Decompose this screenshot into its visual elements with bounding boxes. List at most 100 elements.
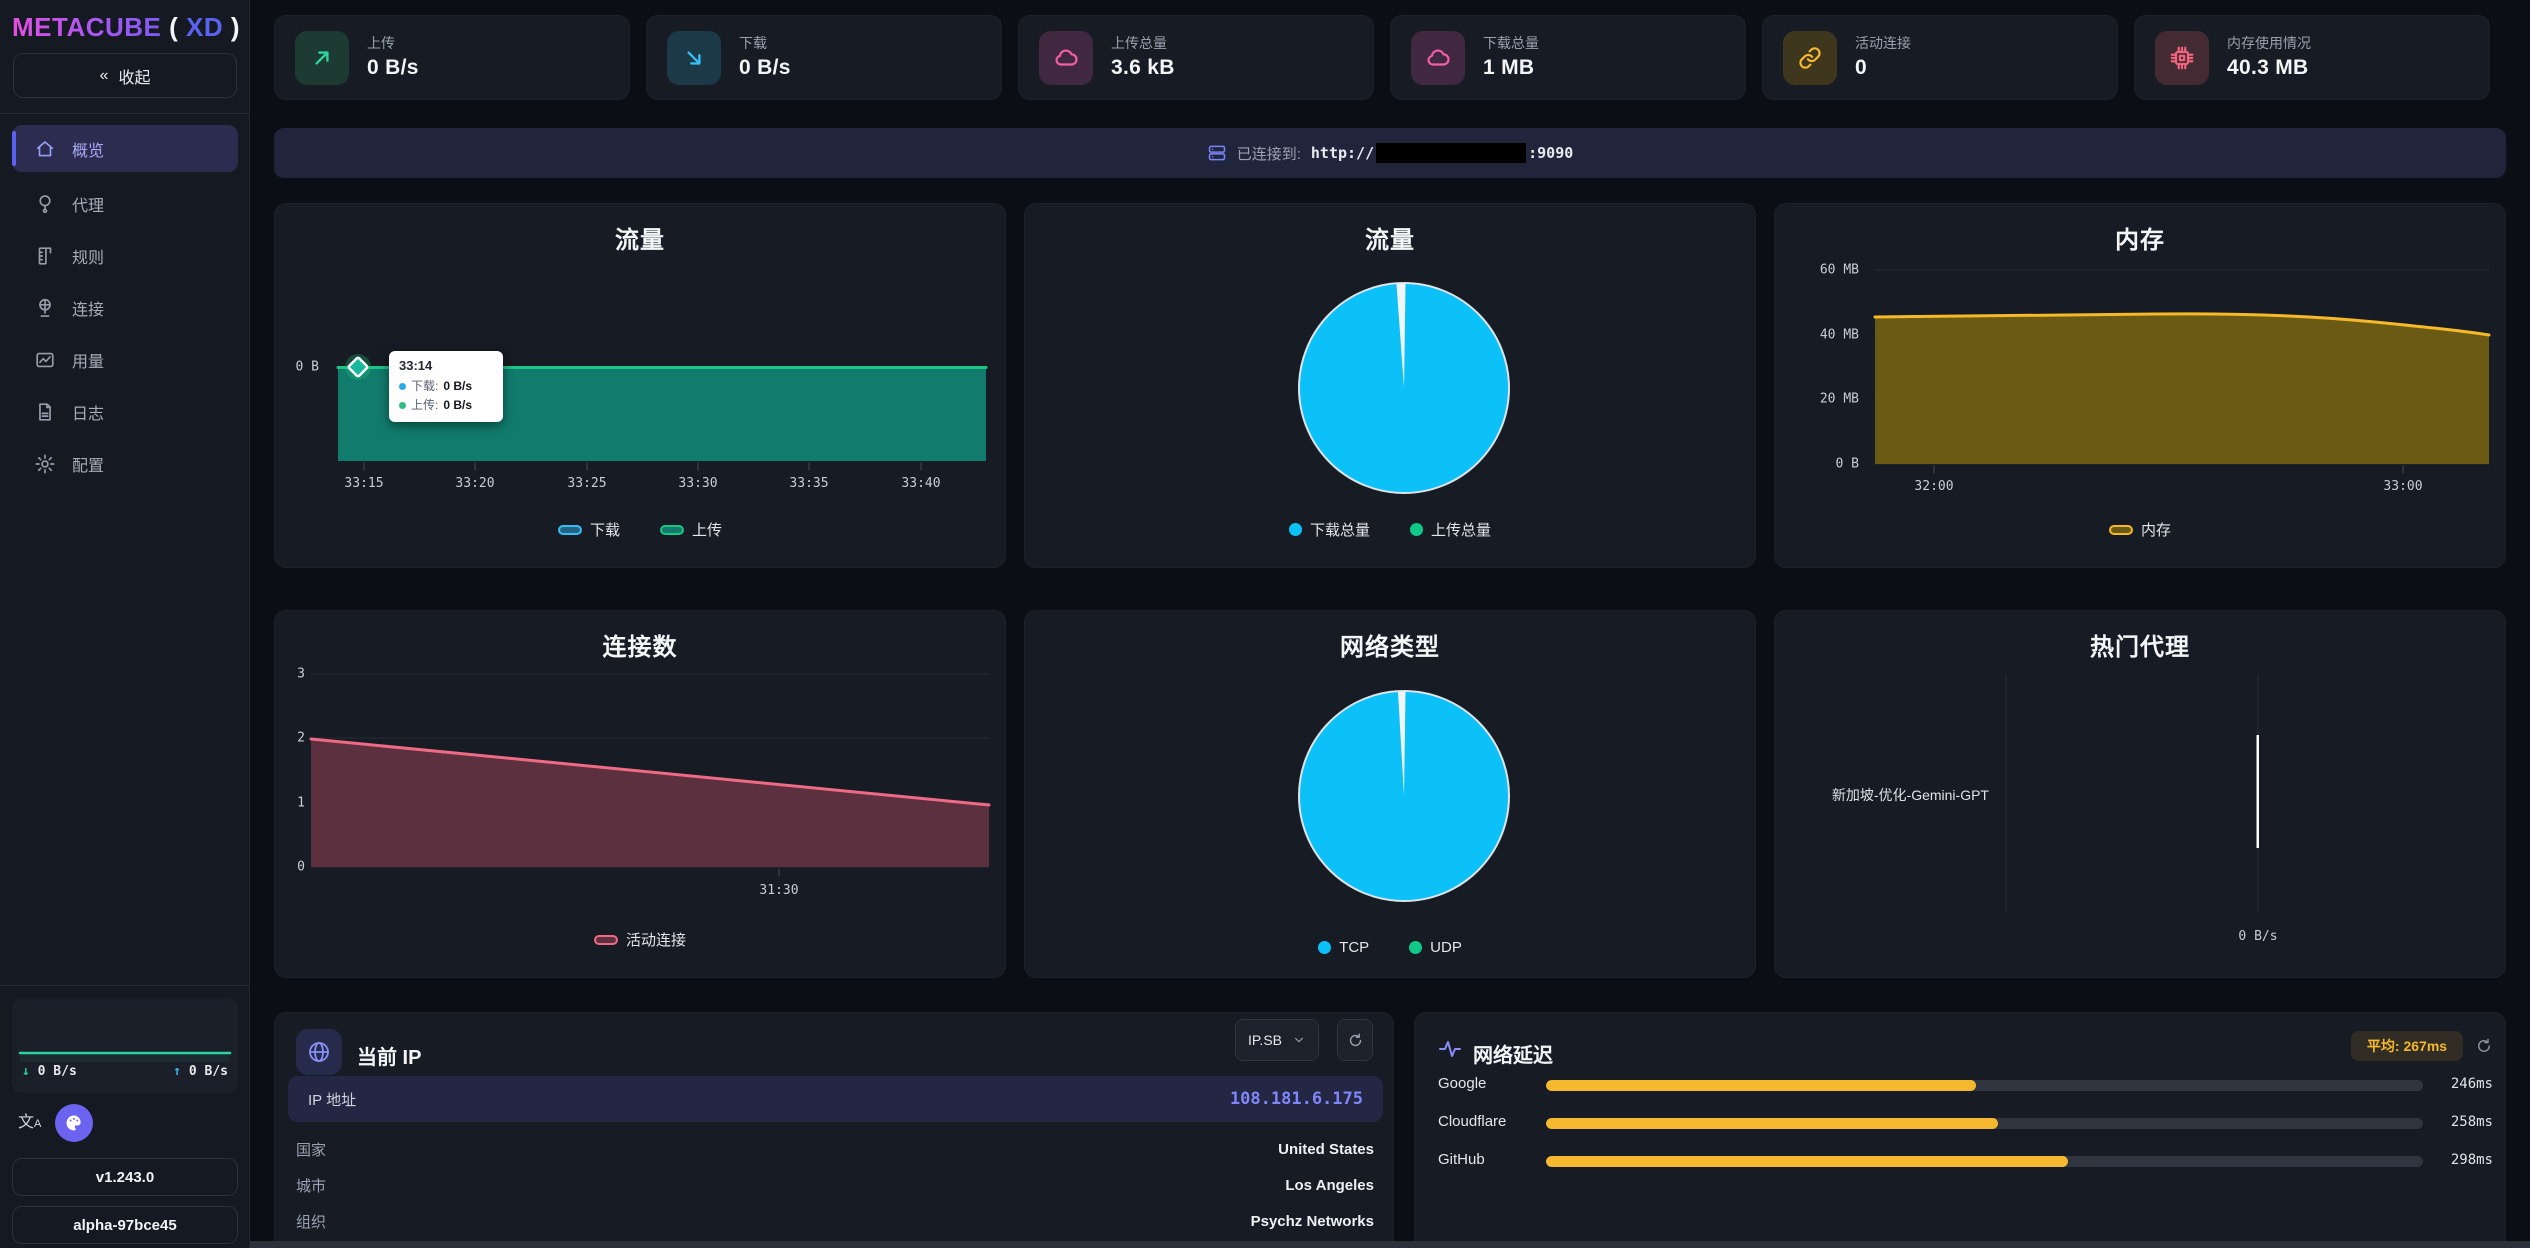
stat-card-memory: 内存使用情况 40.3 MB — [2134, 15, 2490, 100]
backend-url: http://:9090 — [1311, 143, 1573, 163]
link-icon — [1783, 31, 1837, 85]
chart-tooltip: 33:14 下载:0 B/s 上传:0 B/s — [389, 351, 503, 422]
y-tick: 3 — [275, 667, 305, 682]
y-tick: 0 — [275, 860, 305, 875]
latency-row-cloudflare: Cloudflare 258ms — [1415, 1111, 2505, 1135]
collapse-sidebar-button[interactable]: « 收起 — [13, 53, 237, 98]
redacted-host — [1376, 143, 1526, 163]
stat-card-download: 下载 0 B/s — [646, 15, 1002, 100]
sidebar-item-logs[interactable]: 日志 — [12, 392, 238, 432]
tooltip-time: 33:14 — [399, 358, 493, 373]
legend-item-udp[interactable]: UDP — [1409, 939, 1462, 956]
sidebar-item-config[interactable]: 配置 — [12, 444, 238, 484]
latency-bar — [1546, 1156, 2423, 1167]
x-tick: 0 B/s — [2238, 929, 2277, 944]
ip-address-value: 108.181.6.175 — [1230, 1089, 1363, 1109]
stat-card-upload: 上传 0 B/s — [274, 15, 630, 100]
sidebar-item-rules[interactable]: 规则 — [12, 236, 238, 276]
horizontal-scrollbar[interactable] — [250, 1241, 2530, 1248]
legend-item-download-total[interactable]: 下载总量 — [1289, 519, 1370, 540]
x-tick: 31:30 — [759, 883, 798, 898]
y-tick: 20 MB — [1789, 392, 1859, 407]
logo-brand: METACUBE — [12, 12, 161, 42]
sidebar-item-proxies[interactable]: 代理 — [12, 184, 238, 224]
globe-icon — [296, 1029, 342, 1075]
home-icon — [34, 138, 56, 160]
y-tick: 60 MB — [1789, 263, 1859, 278]
ui-build-button[interactable]: alpha-97bce45 — [12, 1206, 238, 1244]
panel-title: 网络延迟 — [1473, 1039, 1553, 1068]
chevrons-left-icon: « — [100, 67, 109, 85]
country-row: 国家 United States — [296, 1139, 1374, 1160]
dashboard-screen: METACUBE ( XD ) « 收起 概览 代理 — [0, 0, 2530, 1248]
x-tick: 33:15 — [344, 476, 383, 491]
backend-connected-banner: 已连接到: http://:9090 — [274, 128, 2506, 178]
traffic-line-chart — [275, 204, 1007, 569]
legend-item-memory[interactable]: 内存 — [2109, 519, 2171, 540]
cloud-icon — [1039, 31, 1093, 85]
organization-row: 组织 Psychz Networks — [296, 1211, 1374, 1232]
refresh-ip-button[interactable] — [1337, 1019, 1373, 1061]
proxy-category-label: 新加坡-优化-Gemini-GPT — [1775, 785, 1989, 805]
legend-item-upload-total[interactable]: 上传总量 — [1410, 519, 1491, 540]
sidebar-mini-traffic-chart: ↓ 0 B/s ↑ 0 B/s — [12, 998, 238, 1093]
y-tick: 1 — [275, 796, 305, 811]
chart-legend: TCP UDP — [1025, 939, 1755, 956]
refresh-icon — [1347, 1032, 1364, 1049]
stat-card-active-connections: 活动连接 0 — [1762, 15, 2118, 100]
logo-xd: XD — [186, 12, 223, 42]
palette-icon — [64, 1113, 84, 1133]
latency-row-github: GitHub 298ms — [1415, 1149, 2505, 1173]
latency-row-google: Google 246ms — [1415, 1073, 2505, 1097]
server-icon — [1207, 143, 1227, 163]
arrow-down-right-icon — [667, 31, 721, 85]
legend-marker — [1318, 941, 1331, 954]
banner-label: 已连接到: — [1237, 143, 1301, 164]
chip-icon — [2155, 31, 2209, 85]
sidebar: METACUBE ( XD ) « 收起 概览 代理 — [0, 0, 250, 1248]
stat-card-upload-total: 上传总量 3.6 kB — [1018, 15, 1374, 100]
chart-legend: 下载总量 上传总量 — [1025, 519, 1755, 540]
sidebar-item-connections[interactable]: 连接 — [12, 288, 238, 328]
legend-marker — [1410, 523, 1423, 536]
y-tick: 40 MB — [1789, 328, 1859, 343]
legend-marker — [660, 525, 684, 535]
legend-item-active-connections[interactable]: 活动连接 — [594, 929, 686, 950]
x-tick: 33:30 — [678, 476, 717, 491]
arrow-up-right-icon — [295, 31, 349, 85]
y-tick: 2 — [275, 731, 305, 746]
traffic-pie-chart — [1025, 204, 1757, 569]
series-dot — [399, 402, 406, 409]
current-ip-panel: 当前 IP IP.SB IP 地址 108.181.6.175 国家 Unite… — [274, 1012, 1394, 1248]
x-tick: 33:35 — [789, 476, 828, 491]
traffic-line-chart-card: 流量 0 B 33:15 33:20 33:25 33:30 33:35 33:… — [274, 203, 1006, 568]
language-toggle[interactable]: 文A — [18, 1108, 50, 1138]
divider — [0, 985, 249, 986]
sidebar-menu: 概览 代理 规则 连接 用量 — [12, 125, 238, 496]
connections-area-chart — [275, 611, 1007, 979]
refresh-latency-button[interactable] — [2475, 1037, 2493, 1055]
config-icon — [34, 453, 56, 475]
mini-download-stat: ↓ 0 B/s — [22, 1064, 77, 1079]
legend-marker — [2109, 525, 2133, 535]
legend-item-download[interactable]: 下载 — [558, 519, 620, 540]
mini-upload-stat: ↑ 0 B/s — [173, 1064, 228, 1079]
ip-provider-select[interactable]: IP.SB — [1235, 1019, 1319, 1061]
sidebar-item-usage[interactable]: 用量 — [12, 340, 238, 380]
pulse-icon — [1438, 1037, 1462, 1061]
series-dot — [399, 383, 406, 390]
chart-legend: 下载 上传 — [275, 519, 1005, 540]
city-row: 城市 Los Angeles — [296, 1175, 1374, 1196]
x-tick: 33:20 — [455, 476, 494, 491]
legend-item-tcp[interactable]: TCP — [1318, 939, 1369, 956]
core-version-button[interactable]: v1.243.0 — [12, 1158, 238, 1196]
theme-palette-button[interactable] — [55, 1104, 93, 1142]
connections-chart-card: 连接数 3 2 1 0 31:30 活动连接 — [274, 610, 1006, 978]
network-type-pie-chart — [1025, 611, 1757, 979]
memory-area-chart — [1775, 204, 2507, 569]
sidebar-item-overview[interactable]: 概览 — [12, 125, 238, 172]
legend-item-upload[interactable]: 上传 — [660, 519, 722, 540]
latency-bar — [1546, 1080, 2423, 1091]
legend-marker — [1289, 523, 1302, 536]
x-tick: 33:25 — [567, 476, 606, 491]
